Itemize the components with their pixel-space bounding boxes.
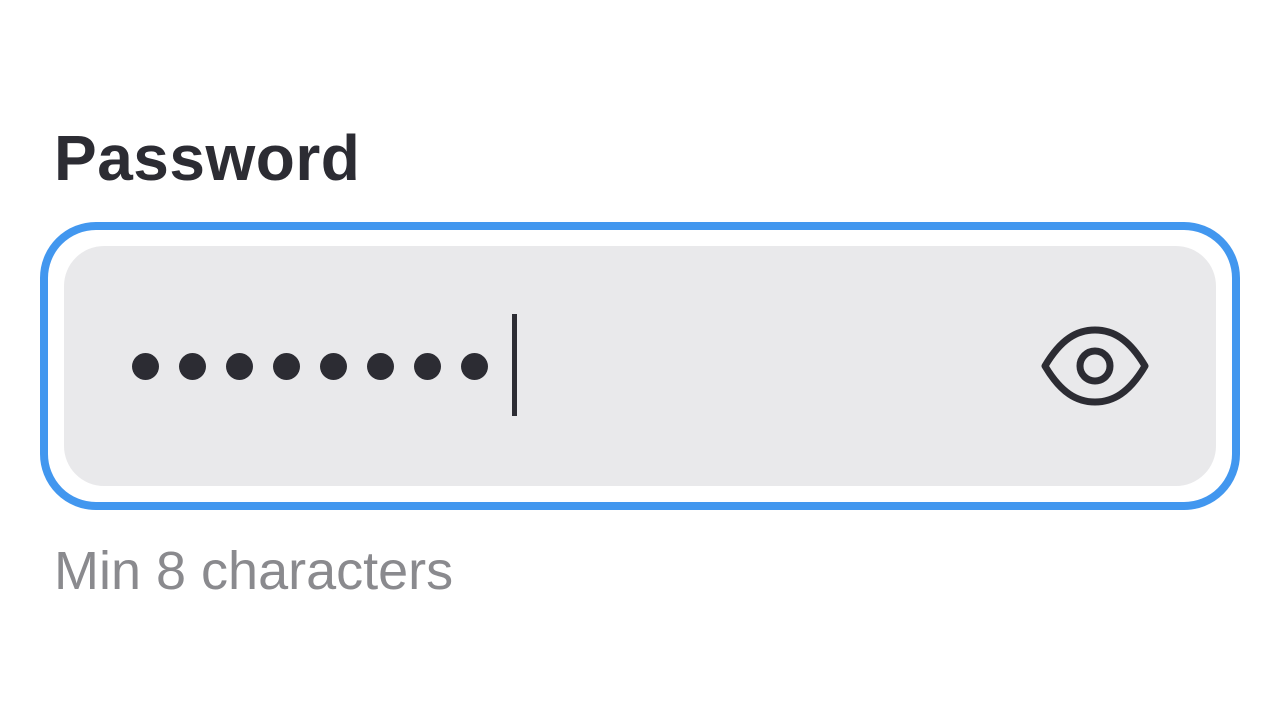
password-label: Password <box>54 122 361 194</box>
password-form: Password Min 8 characters <box>0 0 1280 720</box>
password-dot <box>320 352 347 380</box>
password-dot <box>179 352 206 380</box>
password-dot <box>367 352 394 380</box>
password-dot <box>461 352 488 380</box>
password-hint: Min 8 characters <box>54 541 454 601</box>
password-dot <box>132 352 159 380</box>
text-caret <box>512 314 517 416</box>
password-dot <box>273 352 300 380</box>
masked-password <box>132 346 508 386</box>
show-password-button[interactable] <box>1036 318 1154 414</box>
password-dot <box>226 352 253 380</box>
eye-icon <box>1041 326 1149 406</box>
password-dot <box>414 352 441 380</box>
